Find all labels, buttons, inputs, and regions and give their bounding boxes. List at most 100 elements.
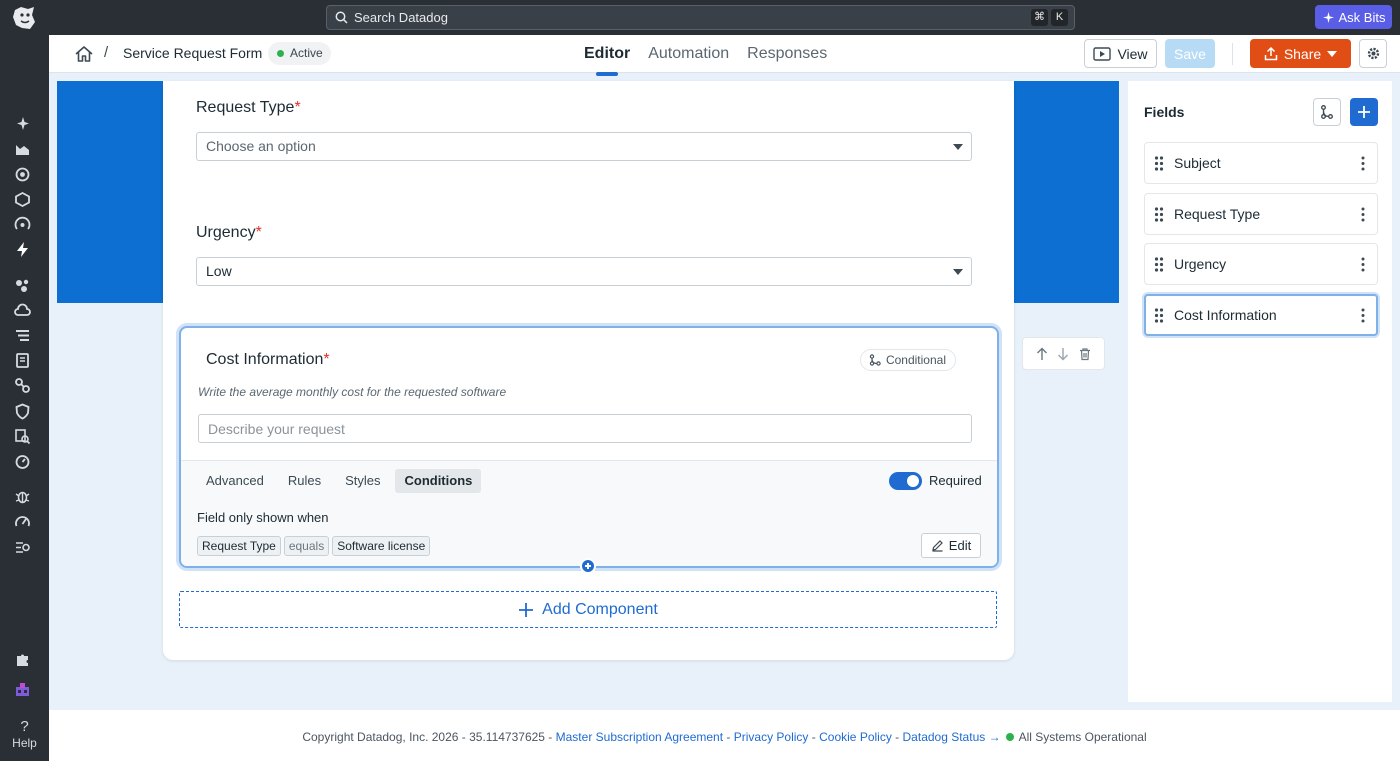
condition-value-chip: Software license [332,536,431,556]
home-icon[interactable] [74,44,94,64]
subtab-rules[interactable]: Rules [279,469,330,493]
field-item-cost-information[interactable]: Cost Information [1144,294,1378,336]
footer: Copyright Datadog, Inc. 2026 - 35.114737… [49,710,1400,761]
view-button[interactable]: View [1084,39,1157,68]
trash-icon[interactable] [1078,347,1092,361]
workflow-bolt-icon[interactable] [12,239,32,259]
cost-information-label: Cost Information* [206,351,330,369]
field-item-urgency[interactable]: Urgency [1144,243,1378,285]
dashboards-icon[interactable] [12,139,32,159]
header-divider [1232,43,1233,65]
link-icon[interactable] [12,375,32,395]
conditional-badge: Conditional [859,349,956,371]
plus-icon [1358,106,1370,118]
plus-icon [519,602,534,617]
share-button[interactable]: Share [1250,39,1351,68]
datadog-status-link[interactable]: Datadog Status → [903,730,1001,744]
search-analytics-icon[interactable] [12,426,32,446]
kebab-menu-icon[interactable] [1361,156,1365,171]
sparkle-icon [1322,11,1334,23]
bug-icon[interactable] [12,486,32,506]
required-asterisk: * [323,351,330,368]
save-button[interactable]: Save [1165,39,1215,68]
global-search-input[interactable]: Search Datadog ⌘ K [326,5,1075,30]
notebooks-icon[interactable] [12,350,32,370]
branch-icon [1321,105,1333,119]
required-asterisk: * [294,99,301,116]
search-placeholder: Search Datadog [354,10,448,25]
branch-icon [869,354,881,366]
breadcrumb-separator: / [104,44,109,61]
privacy-policy-link[interactable]: Privacy Policy [734,730,809,744]
cost-information-component[interactable]: Cost Information* Conditional Write the … [179,326,999,568]
tab-responses[interactable]: Responses [747,35,827,73]
drag-handle-icon[interactable] [1154,308,1164,323]
ask-bits-button[interactable]: Ask Bits [1315,5,1392,29]
urgency-label-text: Urgency [196,224,256,241]
apm-icon[interactable] [12,164,32,184]
bits-ai-icon[interactable] [12,113,32,133]
drag-handle-icon[interactable] [1154,156,1164,171]
copyright-text: Copyright Datadog, Inc. 2026 - 35.114737… [302,730,553,744]
rum-icon[interactable] [12,451,32,471]
tab-automation[interactable]: Automation [648,35,729,73]
monitors-icon[interactable] [12,214,32,234]
speedometer-icon[interactable] [12,511,32,531]
form-card: Request Type* Choose an option Urgency* … [163,81,1014,660]
kebab-menu-icon[interactable] [1361,308,1365,323]
subtab-styles[interactable]: Styles [336,469,389,493]
cloud-icon[interactable] [12,300,32,320]
required-toggle[interactable] [889,472,922,490]
infrastructure-icon[interactable] [12,189,32,209]
tab-editor[interactable]: Editor [584,35,630,76]
footer-separator: - [811,730,816,744]
k-key: K [1051,9,1068,26]
field-name: Cost Information [1174,307,1277,323]
field-name: Request Type [1174,206,1261,222]
command-key: ⌘ [1031,9,1048,26]
logic-button[interactable] [1313,98,1341,126]
condition-operator-chip: equals [283,536,330,556]
datadog-logo-icon[interactable] [10,4,38,32]
add-field-button[interactable] [1350,98,1378,126]
puzzle-icon[interactable] [12,649,32,669]
kebab-menu-icon[interactable] [1361,257,1365,272]
cookie-policy-link[interactable]: Cookie Policy [819,730,892,744]
request-type-label-text: Request Type [196,99,295,116]
header-tabs: Editor Automation Responses [584,35,827,76]
edit-condition-button[interactable]: Edit [921,533,981,558]
add-component-button[interactable]: Add Component [179,591,997,628]
condition-chips: Request Type equals Software license [197,536,431,556]
arrow-down-icon[interactable] [1056,347,1070,361]
subtab-conditions[interactable]: Conditions [395,469,482,493]
help-button[interactable]: ? Help [0,718,49,750]
drag-handle-icon[interactable] [1154,207,1164,222]
master-subscription-agreement-link[interactable]: Master Subscription Agreement [556,730,723,744]
required-label: Required [929,473,982,488]
field-item-request-type[interactable]: Request Type [1144,193,1378,235]
page-header: / Service Request Form Active Editor Aut… [49,35,1400,76]
required-asterisk: * [255,224,262,241]
drag-handle-icon[interactable] [1154,257,1164,272]
request-type-placeholder: Choose an option [206,138,316,154]
logs-icon[interactable] [12,325,32,345]
kebab-menu-icon[interactable] [1361,207,1365,222]
subtab-advanced[interactable]: Advanced [197,469,273,493]
cost-information-input[interactable] [198,414,972,443]
request-type-select[interactable]: Choose an option [196,132,972,161]
user-avatar-icon[interactable] [12,679,32,699]
urgency-select[interactable]: Low [196,257,972,286]
component-subtabs: Advanced Rules Styles Conditions [197,469,482,493]
service-mgmt-icon[interactable] [12,537,32,557]
settings-button[interactable] [1359,39,1387,68]
component-actions [1022,337,1105,370]
field-item-subject[interactable]: Subject [1144,142,1378,184]
security-shield-icon[interactable] [12,401,32,421]
search-icon [335,11,348,24]
footer-separator: - [895,730,900,744]
preview-icon [1093,46,1112,61]
arrow-up-icon[interactable] [1035,347,1049,361]
insert-component-icon[interactable] [580,558,596,574]
integrations-icon[interactable] [12,275,32,295]
systems-status-text: All Systems Operational [1018,730,1147,744]
